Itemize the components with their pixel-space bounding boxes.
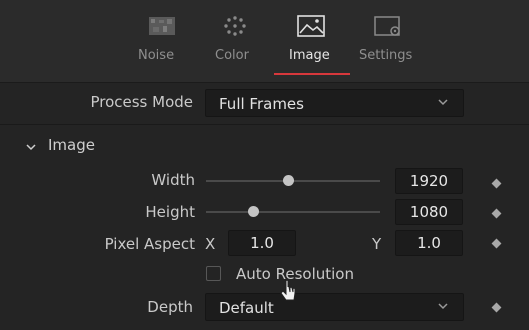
height-slider-knob[interactable] [248, 206, 259, 217]
active-tab-indicator [274, 73, 350, 75]
tab-color-label: Color [215, 48, 249, 63]
collapse-chevron-icon [26, 144, 36, 151]
color-dots-icon [224, 16, 246, 36]
width-label: Width [151, 171, 195, 189]
tab-settings-label: Settings [359, 48, 413, 63]
height-slider-track[interactable] [206, 211, 380, 213]
pixel-aspect-label: Pixel Aspect [104, 235, 195, 253]
height-keyframe-icon[interactable] [491, 208, 502, 219]
process-mode-dropdown[interactable]: Full Frames [205, 89, 464, 117]
process-mode-value: Full Frames [219, 95, 304, 113]
tab-settings[interactable]: Settings [359, 0, 417, 82]
mouse-cursor-icon [280, 280, 296, 301]
depth-dropdown[interactable]: Default [205, 293, 464, 321]
tab-image-label: Image [289, 48, 330, 63]
tab-image[interactable]: Image [274, 0, 350, 82]
depth-label: Depth [147, 298, 193, 316]
pixel-aspect-keyframe-icon[interactable] [491, 238, 502, 249]
height-label: Height [145, 203, 195, 221]
tab-noise-label: Noise [138, 48, 175, 63]
image-section-header[interactable]: Image [0, 133, 529, 159]
width-keyframe-icon[interactable] [491, 178, 502, 189]
noise-icon [149, 17, 175, 35]
tab-noise[interactable]: Noise [138, 0, 186, 82]
inspector-panel: Noise Color Image Settings Process Mode … [0, 0, 529, 330]
width-slider-knob[interactable] [283, 175, 294, 186]
auto-resolution-checkbox[interactable] [206, 266, 221, 281]
process-mode-label: Process Mode [90, 93, 193, 111]
chevron-down-icon [438, 303, 448, 310]
chevron-down-icon [438, 99, 448, 106]
tab-bar: Noise Color Image Settings [0, 0, 529, 83]
section-divider [0, 124, 529, 125]
pixel-aspect-y-field[interactable]: 1.0 [395, 230, 463, 256]
tab-color[interactable]: Color [213, 0, 257, 82]
depth-keyframe-icon[interactable] [491, 302, 502, 313]
settings-icon [374, 16, 400, 36]
pixel-aspect-x-field[interactable]: 1.0 [228, 230, 296, 256]
height-field[interactable]: 1080 [395, 199, 463, 225]
pixel-aspect-x-label: X [205, 235, 216, 253]
pixel-aspect-y-label: Y [372, 235, 382, 253]
depth-value: Default [219, 299, 274, 317]
width-field[interactable]: 1920 [395, 168, 463, 194]
image-icon [297, 15, 325, 37]
image-section-title: Image [48, 136, 95, 154]
